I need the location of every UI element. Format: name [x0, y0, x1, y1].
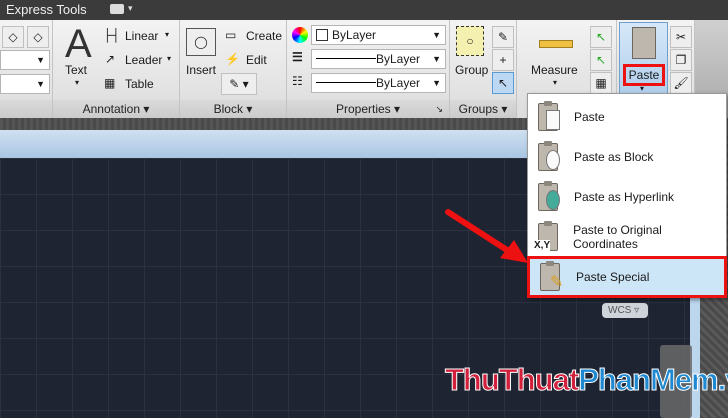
match-properties-icon[interactable]: 🖌 — [670, 72, 692, 94]
group-add-icon[interactable]: + — [492, 49, 514, 71]
leader-button[interactable]: Leader — [125, 53, 162, 67]
paste-special-icon: ✎ — [536, 260, 572, 294]
table-icon: ▦ — [104, 76, 116, 90]
paste-dropdown-menu: Paste Paste as Block Paste as Hyperlink … — [527, 93, 727, 298]
leader-icon: ↗ — [105, 52, 116, 66]
paste-hyperlink-icon — [534, 180, 570, 214]
text-button[interactable]: Text — [65, 63, 87, 77]
group-select-icon[interactable]: ↖ — [492, 72, 514, 94]
color-wheel-icon — [292, 27, 308, 43]
insert-button[interactable]: Insert — [186, 63, 216, 77]
cut-icon[interactable]: ✂ — [670, 26, 692, 48]
clipboard-icon — [632, 27, 656, 59]
block-panel-label[interactable]: Block ▾ — [180, 100, 286, 118]
paste-button[interactable]: Paste ▾ — [619, 22, 668, 98]
block-attribute-button[interactable]: ✎ ▾ — [221, 73, 257, 95]
annotation-panel-label[interactable]: Annotation ▾ — [53, 100, 179, 118]
group-edit-icon[interactable]: ✎ — [492, 26, 514, 48]
menu-item-paste[interactable]: Paste — [528, 97, 726, 137]
lineweight-combo[interactable]: ByLayer ▼ — [311, 49, 446, 69]
block-panel: ◯ Insert ▭ Create ⚡ Edit ✎ ▾ Block ▾ — [180, 20, 287, 118]
select-similar-icon[interactable]: ↖ — [590, 49, 612, 71]
wcs-menu[interactable]: WCS ▿ — [602, 303, 648, 318]
edit-block-icon: ⚡ — [225, 52, 240, 66]
paste-block-icon — [534, 140, 570, 174]
insert-block-icon[interactable]: ◯ — [186, 28, 216, 56]
linear-button[interactable]: Linear — [125, 29, 158, 43]
linetype-combo[interactable]: ByLayer ▼ — [311, 73, 446, 93]
watermark-logo: ThuThuatPhanMem.vn — [444, 362, 728, 398]
layer-state-icon[interactable]: ◇ — [2, 26, 24, 48]
properties-panel: ByLayer ▼ ☰ ByLayer ▼ ☷ ByLayer ▼ Propertie… — [287, 20, 450, 118]
menu-item-paste-as-hyperlink[interactable]: Paste as Hyperlink — [528, 177, 726, 217]
layers-panel: ◇ ◇ ▼ ▼ — [0, 20, 53, 118]
text-icon[interactable]: A — [65, 22, 92, 67]
paste-icon — [534, 100, 570, 134]
layer-bulb-icon[interactable]: ◇ — [27, 26, 49, 48]
linear-icon: ├┤ — [103, 28, 121, 42]
paste-label: Paste — [623, 64, 665, 86]
chevron-down-icon[interactable]: ▾ — [128, 3, 133, 14]
calculator-icon[interactable]: ▦ — [590, 72, 612, 94]
groups-panel: ○ Group ✎ + ↖ Groups ▾ — [450, 20, 517, 118]
measure-button[interactable]: Measure — [531, 63, 578, 77]
title-bar: Express Tools ▾ — [0, 0, 728, 20]
copy-icon[interactable]: ❐ — [670, 49, 692, 71]
menu-item-paste-original-coordinates[interactable]: X,Y Paste to Original Coordinates — [528, 217, 726, 257]
quick-select-icon[interactable]: ↖ — [590, 26, 612, 48]
menu-item-paste-as-block[interactable]: Paste as Block — [528, 137, 726, 177]
create-button[interactable]: Create — [246, 29, 282, 43]
paste-coordinates-icon: X,Y — [534, 220, 569, 254]
group-icon[interactable]: ○ — [456, 26, 484, 56]
annotation-panel: A Text ▾ ├┤ Linear ▾ ↗ Leader ▾ ▦ Table … — [53, 20, 180, 118]
create-block-icon: ▭ — [225, 28, 237, 42]
express-tools-tab[interactable]: Express Tools — [6, 2, 87, 17]
layer-combo[interactable]: ▼ — [0, 50, 50, 70]
menu-item-paste-special[interactable]: ✎ Paste Special — [527, 256, 727, 298]
red-arrow-annotation — [445, 209, 528, 263]
group-button[interactable]: Group — [455, 63, 488, 77]
table-button[interactable]: Table — [125, 77, 154, 91]
measure-ruler-icon[interactable] — [539, 40, 573, 48]
linetype-icon: ☷ — [292, 74, 303, 88]
layer-combo-2[interactable]: ▼ — [0, 74, 50, 94]
lineweight-icon: ☰ — [292, 50, 303, 64]
color-combo[interactable]: ByLayer ▼ — [311, 25, 446, 45]
properties-panel-label[interactable]: Properties ▾ ↘ — [287, 100, 449, 118]
ribbon-minimize-icon[interactable] — [110, 4, 124, 14]
groups-panel-label[interactable]: Groups ▾ — [450, 100, 516, 118]
edit-button[interactable]: Edit — [246, 53, 267, 67]
